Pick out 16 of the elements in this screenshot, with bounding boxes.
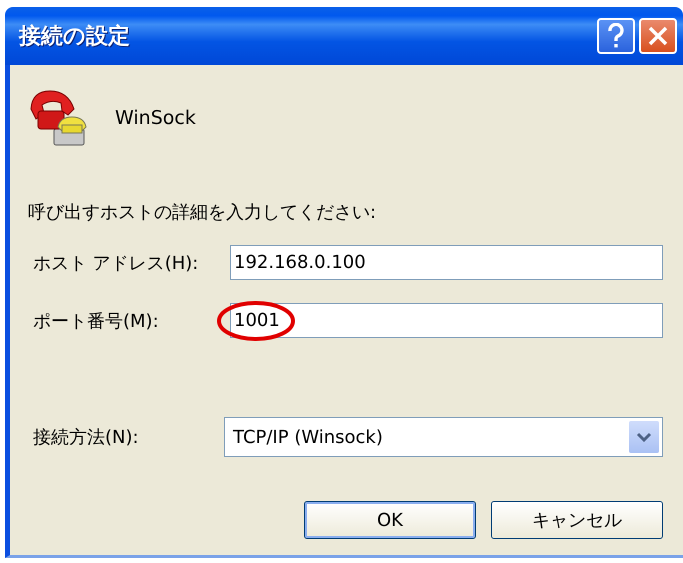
window-title: 接続の設定 — [19, 22, 131, 51]
field-label: ポート番号(M): — [33, 310, 160, 332]
connection-name: WinSock — [115, 106, 196, 128]
instruction-text: 呼び出すホストの詳細を入力してください: — [28, 203, 378, 223]
field-label: 接続方法(N): — [33, 426, 140, 449]
ok-button[interactable]: OK — [304, 501, 476, 539]
field-label: ホスト アドレス(H): — [33, 252, 200, 274]
close-icon — [647, 25, 669, 47]
input-field[interactable]: 1001 — [230, 303, 663, 338]
help-icon — [606, 23, 626, 49]
cancel-button[interactable]: キャンセル — [491, 501, 663, 539]
input-field[interactable]: 192.168.0.100 — [230, 245, 663, 280]
caret-icon — [629, 421, 659, 453]
dropdown[interactable]: TCP/IP (Winsock) — [224, 417, 663, 457]
close-button[interactable] — [639, 18, 677, 54]
help-button[interactable] — [597, 18, 635, 54]
